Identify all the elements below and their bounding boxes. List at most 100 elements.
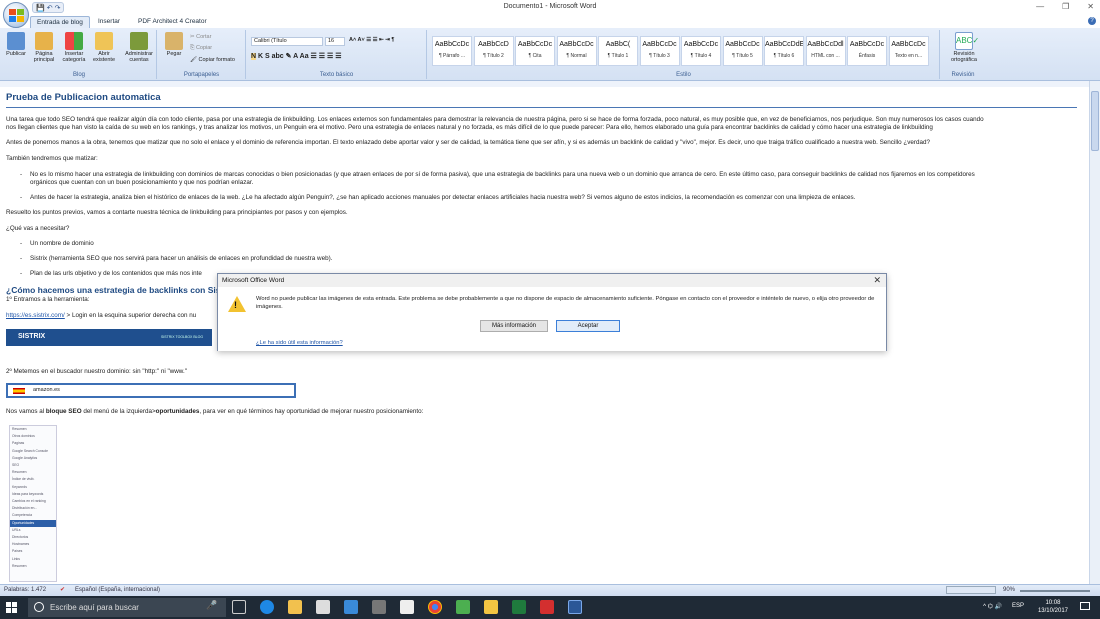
sistrix-menu-item: SEO: [12, 463, 20, 468]
category-icon: [65, 32, 83, 50]
style-9[interactable]: AaBbCcDdE ¶ Título 6: [764, 36, 804, 66]
blog-group-label: Blog: [72, 72, 85, 78]
blog-group: Publicar Página principal Insertar categ…: [2, 30, 157, 79]
format-painter-button[interactable]: 🖌 Copiar formato: [190, 57, 235, 63]
tools-icon[interactable]: [372, 600, 386, 614]
mail-icon[interactable]: [400, 600, 414, 614]
sistrix-menu-item: Resumen: [12, 563, 27, 568]
windows-start-icon[interactable]: [6, 602, 17, 613]
font-size-select[interactable]: 16: [325, 37, 345, 46]
folder-icon[interactable]: [484, 600, 498, 614]
style-3[interactable]: AaBbCcDc ¶ Cita: [515, 36, 555, 66]
sistrix-menu-item: Oportunidades: [10, 519, 56, 527]
tab-entrada-de-blog[interactable]: Entrada de blog: [30, 16, 90, 28]
notifications-icon[interactable]: [1080, 602, 1090, 610]
copy-button[interactable]: ⎘ Copiar: [190, 45, 212, 52]
media-player-icon[interactable]: [344, 600, 358, 614]
style-4[interactable]: AaBbCcDc ¶ Normal: [556, 36, 597, 66]
bullet-dash: -: [20, 270, 23, 277]
tray-icons[interactable]: ^ ⌬ 🔊: [983, 603, 1002, 610]
window-controls: — ❐ ✕: [1036, 2, 1094, 11]
paragraph-3: También tendremos que matizar:: [6, 155, 98, 162]
sistrix-menu-item: Otros dominios: [12, 434, 35, 439]
font-name-select[interactable]: Calibri (Título: [251, 37, 323, 46]
style-7[interactable]: AaBbCcDc ¶ Título 4: [681, 36, 721, 66]
style-10[interactable]: AaBbCcDdl HTML con ...: [805, 36, 846, 66]
sistrix-menu-item: Resumen: [12, 427, 27, 431]
spain-flag-icon: [13, 388, 25, 394]
open-existing-button[interactable]: Abrir existente: [92, 32, 116, 63]
microphone-icon[interactable]: 🎤: [206, 600, 220, 614]
file-explorer-icon[interactable]: [288, 600, 302, 614]
style-8[interactable]: AaBbCcDc ¶ Título 5: [722, 36, 763, 66]
sistrix-menu-item: Países: [12, 549, 23, 554]
sistrix-menu-item: Cambios en el ranking: [12, 499, 46, 504]
vertical-scrollbar[interactable]: [1089, 81, 1100, 584]
language-indicator[interactable]: ESP: [1012, 603, 1024, 609]
grow-font-icon[interactable]: A˄ A˅ ☰ ☰ ⇤ ⇥ ¶: [349, 37, 394, 43]
dialog-close-button[interactable]: ✕: [873, 275, 881, 286]
sistrix-menu-item: Competencia: [12, 513, 32, 518]
helpful-link[interactable]: ¿Le ha sido útil esta información?: [256, 340, 343, 346]
excel-icon[interactable]: [512, 600, 526, 614]
ribbon: Publicar Página principal Insertar categ…: [0, 28, 1100, 81]
maximize-button[interactable]: ❐: [1062, 2, 1069, 11]
style-12[interactable]: AaBbCcDc Texto en n...: [888, 36, 929, 66]
paste-button[interactable]: Pegar: [162, 32, 186, 57]
chrome-icon[interactable]: [428, 600, 442, 614]
sistrix-menu-item: Keywords: [12, 484, 27, 489]
accept-button[interactable]: Aceptar: [556, 320, 620, 332]
style-6[interactable]: AaBbCcDc ¶ Título 3: [639, 36, 680, 66]
proofing-icon[interactable]: ✔: [60, 586, 65, 593]
minimize-button[interactable]: —: [1036, 2, 1044, 11]
edge-icon[interactable]: [260, 600, 274, 614]
step-3: Nos vamos al bloque SEO del menú de la i…: [6, 408, 424, 415]
view-buttons[interactable]: [946, 586, 996, 594]
zoom-slider[interactable]: [1020, 590, 1090, 592]
notepad-plus-icon[interactable]: [456, 600, 470, 614]
publish-button[interactable]: Publicar: [4, 32, 28, 57]
sistrix-menu-item: Hostnames: [12, 542, 30, 547]
warning-icon: [228, 296, 246, 312]
style-2[interactable]: AaBbCcD ¶ Título 2: [473, 36, 514, 66]
bullet-dash: -: [20, 255, 23, 262]
sistrix-menu-item: Resumen: [12, 470, 27, 475]
sistrix-menu-item: Google Search Console: [12, 448, 49, 453]
zoom-level[interactable]: 90%: [1003, 587, 1015, 593]
close-button[interactable]: ✕: [1087, 2, 1094, 11]
store-icon[interactable]: [316, 600, 330, 614]
word-icon[interactable]: [568, 600, 582, 614]
style-5[interactable]: AaBbC(¶ Título 1: [598, 36, 638, 66]
style-1[interactable]: AaBbCcDc ¶ Párrafo ...: [432, 36, 472, 66]
insert-category-button[interactable]: Insertar categoría: [62, 32, 86, 63]
list-item-2: Sistrix (herramienta SEO que nos servirá…: [30, 255, 333, 262]
home-page-button[interactable]: Página principal: [32, 32, 56, 63]
home-icon: [35, 32, 53, 50]
language-status[interactable]: Español (España, internacional): [75, 587, 160, 593]
tab-pdf-architect[interactable]: PDF Architect 4 Creator: [132, 16, 213, 28]
paragraph-1: Una tarea que todo SEO tendrá que realiz…: [6, 116, 984, 123]
sistrix-menu-item: Distribución en...: [12, 506, 38, 511]
bold-italic-toolbar[interactable]: N K S abc ✎ A Aa ☰ ☰ ☰ ☰: [251, 52, 342, 60]
paste-icon: [165, 32, 183, 50]
manage-accounts-button[interactable]: Administrar cuentas: [122, 32, 156, 63]
sistrix-link[interactable]: https://es.sistrix.com/: [6, 312, 65, 319]
paragraph-2: Antes de ponernos manos a la obra, tenem…: [6, 139, 930, 146]
office-button[interactable]: [3, 2, 29, 28]
system-clock[interactable]: 10:08 13/10/2017: [1038, 599, 1068, 615]
task-view-icon[interactable]: [232, 600, 246, 614]
warning-exclamation: !: [234, 300, 237, 310]
bullet-1: No es lo mismo hacer una estrategia de l…: [30, 171, 975, 178]
help-icon[interactable]: ?: [1088, 17, 1096, 25]
font-group-label: Texto básico: [319, 72, 354, 78]
style-11[interactable]: AaBbCcDc Énfasis: [847, 36, 887, 66]
tab-insertar[interactable]: Insertar: [92, 16, 126, 28]
spelling-button[interactable]: ABC✓ Revisión ortográfica: [945, 32, 983, 63]
taskbar-search[interactable]: Escribe aquí para buscar: [28, 598, 226, 617]
bullet-dash: -: [20, 240, 23, 247]
filezilla-icon[interactable]: [540, 600, 554, 614]
word-count[interactable]: Palabras: 1.472: [4, 587, 46, 593]
scrollbar-thumb[interactable]: [1091, 91, 1099, 151]
more-info-button[interactable]: Más información: [480, 320, 548, 332]
cut-button[interactable]: ✂ Cortar: [190, 34, 211, 40]
